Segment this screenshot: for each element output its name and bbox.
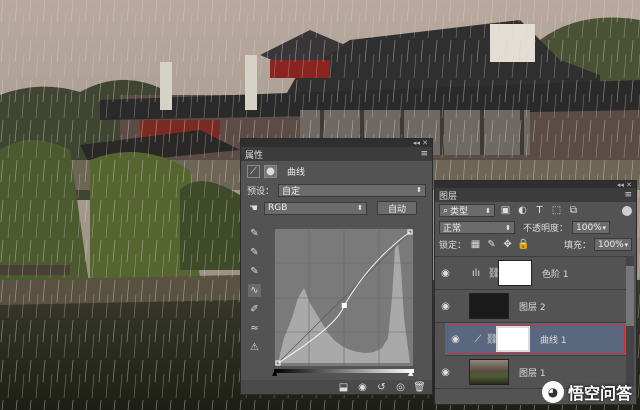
levels-adjustment-icon: ılı [471, 267, 481, 279]
white-input-slider-handle[interactable]: ▲ [408, 369, 413, 377]
adjustment-filter-icon[interactable]: ◐ [516, 204, 529, 217]
visibility-eye-icon[interactable]: ◉ [439, 267, 452, 280]
opacity-input[interactable]: 100% ▾ [572, 221, 611, 234]
layers-scrollbar[interactable] [626, 256, 634, 386]
chevron-down-icon: ⬍ [485, 206, 491, 215]
layer-mask-icon[interactable]: ● [264, 164, 277, 178]
adjustment-header: ⟋ ● 曲线 [241, 161, 432, 181]
blend-mode-value: 正常 [443, 224, 462, 234]
layer-mask-thumbnail[interactable] [498, 260, 532, 286]
lock-label: 锁定： [439, 241, 467, 251]
visibility-eye-icon[interactable]: ◎ [394, 381, 407, 394]
pixel-filter-icon[interactable]: ▣ [499, 204, 512, 217]
clipping-warning-icon[interactable]: ⚠ [248, 341, 261, 354]
chevron-down-icon: ⬍ [416, 186, 422, 194]
auto-button[interactable]: 自动 [377, 201, 417, 215]
lock-transparent-pixels-icon[interactable]: ▦ [469, 238, 482, 251]
layers-tab[interactable]: 图层 [439, 189, 457, 202]
properties-panel: ◂◂ ✕ 属性 ≡ ⟋ ● 曲线 预设： 自定 ⬍ ☚ RGB ⬍ 自动 ✎ ✎… [240, 138, 433, 395]
smart-object-filter-icon[interactable]: ⧉ [567, 204, 580, 217]
fill-label: 填充： [563, 241, 591, 251]
fill-value: 100% [598, 239, 624, 250]
lock-fill-row: 锁定： ▦ ✎ ✥ 🔒 填充： 100% ▾ [435, 236, 636, 253]
preset-label: 预设： [247, 186, 275, 197]
panel-collapse-bar[interactable]: ◂◂ ✕ [435, 181, 636, 189]
curve-tools: ✎ ✎ ✎ ∿ ✐ ≈ ⚠ [248, 227, 264, 354]
preset-value: 自定 [282, 186, 301, 197]
blend-opacity-row: 正常 ⬍ 不透明度： 100% ▾ [435, 219, 636, 236]
properties-title-bar[interactable]: 属性 ≡ [241, 147, 432, 161]
lock-position-icon[interactable]: ✥ [501, 238, 514, 251]
layer-name[interactable]: 色阶 1 [542, 267, 569, 280]
preset-select[interactable]: 自定 ⬍ [278, 183, 426, 197]
trash-icon[interactable]: 🗑 [413, 381, 426, 394]
layers-panel: ◂◂ ✕ 图层 ≡ ⌕ 类型 ⬍ ▣ ◐ T ⬚ ⧉ 正常 ⬍ 不透明度： 10… [434, 180, 637, 405]
curve-control-point[interactable] [341, 302, 347, 308]
logo-icon: ◕ [541, 381, 564, 403]
shape-filter-icon[interactable]: ⬚ [550, 204, 563, 217]
pencil-tool-icon[interactable]: ✐ [248, 303, 261, 316]
layer-name[interactable]: 曲线 1 [540, 333, 567, 346]
layer-thumbnail[interactable] [469, 359, 509, 385]
chevron-down-icon: ▾ [624, 240, 628, 249]
scrollbar-thumb[interactable] [626, 266, 634, 326]
layer-name[interactable]: 图层 2 [519, 300, 546, 313]
search-icon: ⌕ [443, 205, 449, 216]
watermark: ◕ 悟空问答 [541, 380, 632, 404]
visibility-eye-icon[interactable]: ◉ [439, 366, 452, 379]
smooth-curve-icon[interactable]: ≈ [248, 322, 261, 335]
blend-mode-select[interactable]: 正常 ⬍ [439, 221, 515, 234]
reset-icon[interactable]: ↺ [375, 381, 388, 394]
opacity-value: 100% [576, 222, 602, 233]
preset-row: 预设： 自定 ⬍ [241, 181, 432, 199]
mask-link-icon[interactable]: ⛓ [486, 333, 499, 346]
fill-input[interactable]: 100% ▾ [594, 238, 632, 251]
channel-select[interactable]: RGB ⬍ [264, 201, 367, 215]
lock-all-icon[interactable]: 🔒 [517, 238, 530, 251]
chevron-down-icon: ⬍ [357, 204, 363, 212]
adjustment-name: 曲线 [287, 167, 306, 178]
properties-tab[interactable]: 属性 [245, 148, 263, 161]
view-previous-state-icon[interactable]: ◉ [356, 381, 369, 394]
type-filter-icon[interactable]: T [533, 204, 546, 217]
channel-row: ☚ RGB ⬍ 自动 [241, 199, 432, 217]
layers-title-bar[interactable]: 图层 ≡ [435, 188, 636, 202]
layer-filter-row: ⌕ 类型 ⬍ ▣ ◐ T ⬚ ⧉ [435, 202, 636, 219]
layer-name[interactable]: 图层 1 [519, 366, 546, 379]
channel-value: RGB [268, 203, 288, 213]
panel-menu-icon[interactable]: ≡ [624, 190, 632, 200]
filter-toggle-switch[interactable] [622, 205, 632, 216]
black-point-eyedropper-icon[interactable]: ✎ [248, 227, 261, 240]
curve-point-tool-icon[interactable]: ∿ [248, 284, 261, 297]
layer-thumbnail[interactable] [469, 293, 509, 319]
input-gradient-slider[interactable] [274, 369, 414, 373]
mask-link-icon[interactable]: ⛓ [488, 267, 501, 280]
lock-image-pixels-icon[interactable]: ✎ [485, 238, 498, 251]
watermark-text: 悟空问答 [567, 384, 632, 403]
panel-collapse-bar[interactable]: ◂◂ ✕ [241, 139, 432, 147]
properties-bottom-toolbar: ⬓ ◉ ↺ ◎ 🗑 [241, 380, 432, 394]
filter-kind-value: 类型 [450, 207, 469, 217]
black-input-slider-handle[interactable]: ▲ [272, 369, 277, 377]
chevron-down-icon: ⬍ [505, 223, 511, 232]
curve-graph-svg[interactable] [273, 227, 415, 368]
auto-button-label: 自动 [387, 204, 406, 215]
visibility-eye-icon[interactable]: ◉ [439, 300, 452, 313]
white-point-eyedropper-icon[interactable]: ✎ [248, 265, 261, 278]
target-adjust-hand-icon[interactable]: ☚ [247, 202, 260, 215]
clip-to-layer-icon[interactable]: ⬓ [337, 381, 350, 394]
layer-row-levels[interactable]: ◉ ılı ⛓ 色阶 1 [435, 257, 627, 290]
visibility-eye-icon[interactable]: ◉ [449, 333, 462, 346]
chevron-down-icon: ▾ [602, 223, 607, 232]
layer-row-curves[interactable]: ◉ ⟋ ⛓ 曲线 1 [445, 323, 627, 356]
curve-graph[interactable] [273, 227, 415, 368]
filter-kind-select[interactable]: ⌕ 类型 ⬍ [439, 204, 495, 217]
layer-mask-thumbnail[interactable] [496, 326, 530, 352]
gray-point-eyedropper-icon[interactable]: ✎ [248, 246, 261, 259]
layer-row-layer-2[interactable]: ◉ 图层 2 [435, 290, 627, 323]
panel-menu-icon[interactable]: ≡ [420, 149, 428, 159]
curves-adjustment-icon: ⟋ [247, 164, 260, 178]
opacity-label: 不透明度： [523, 224, 569, 234]
